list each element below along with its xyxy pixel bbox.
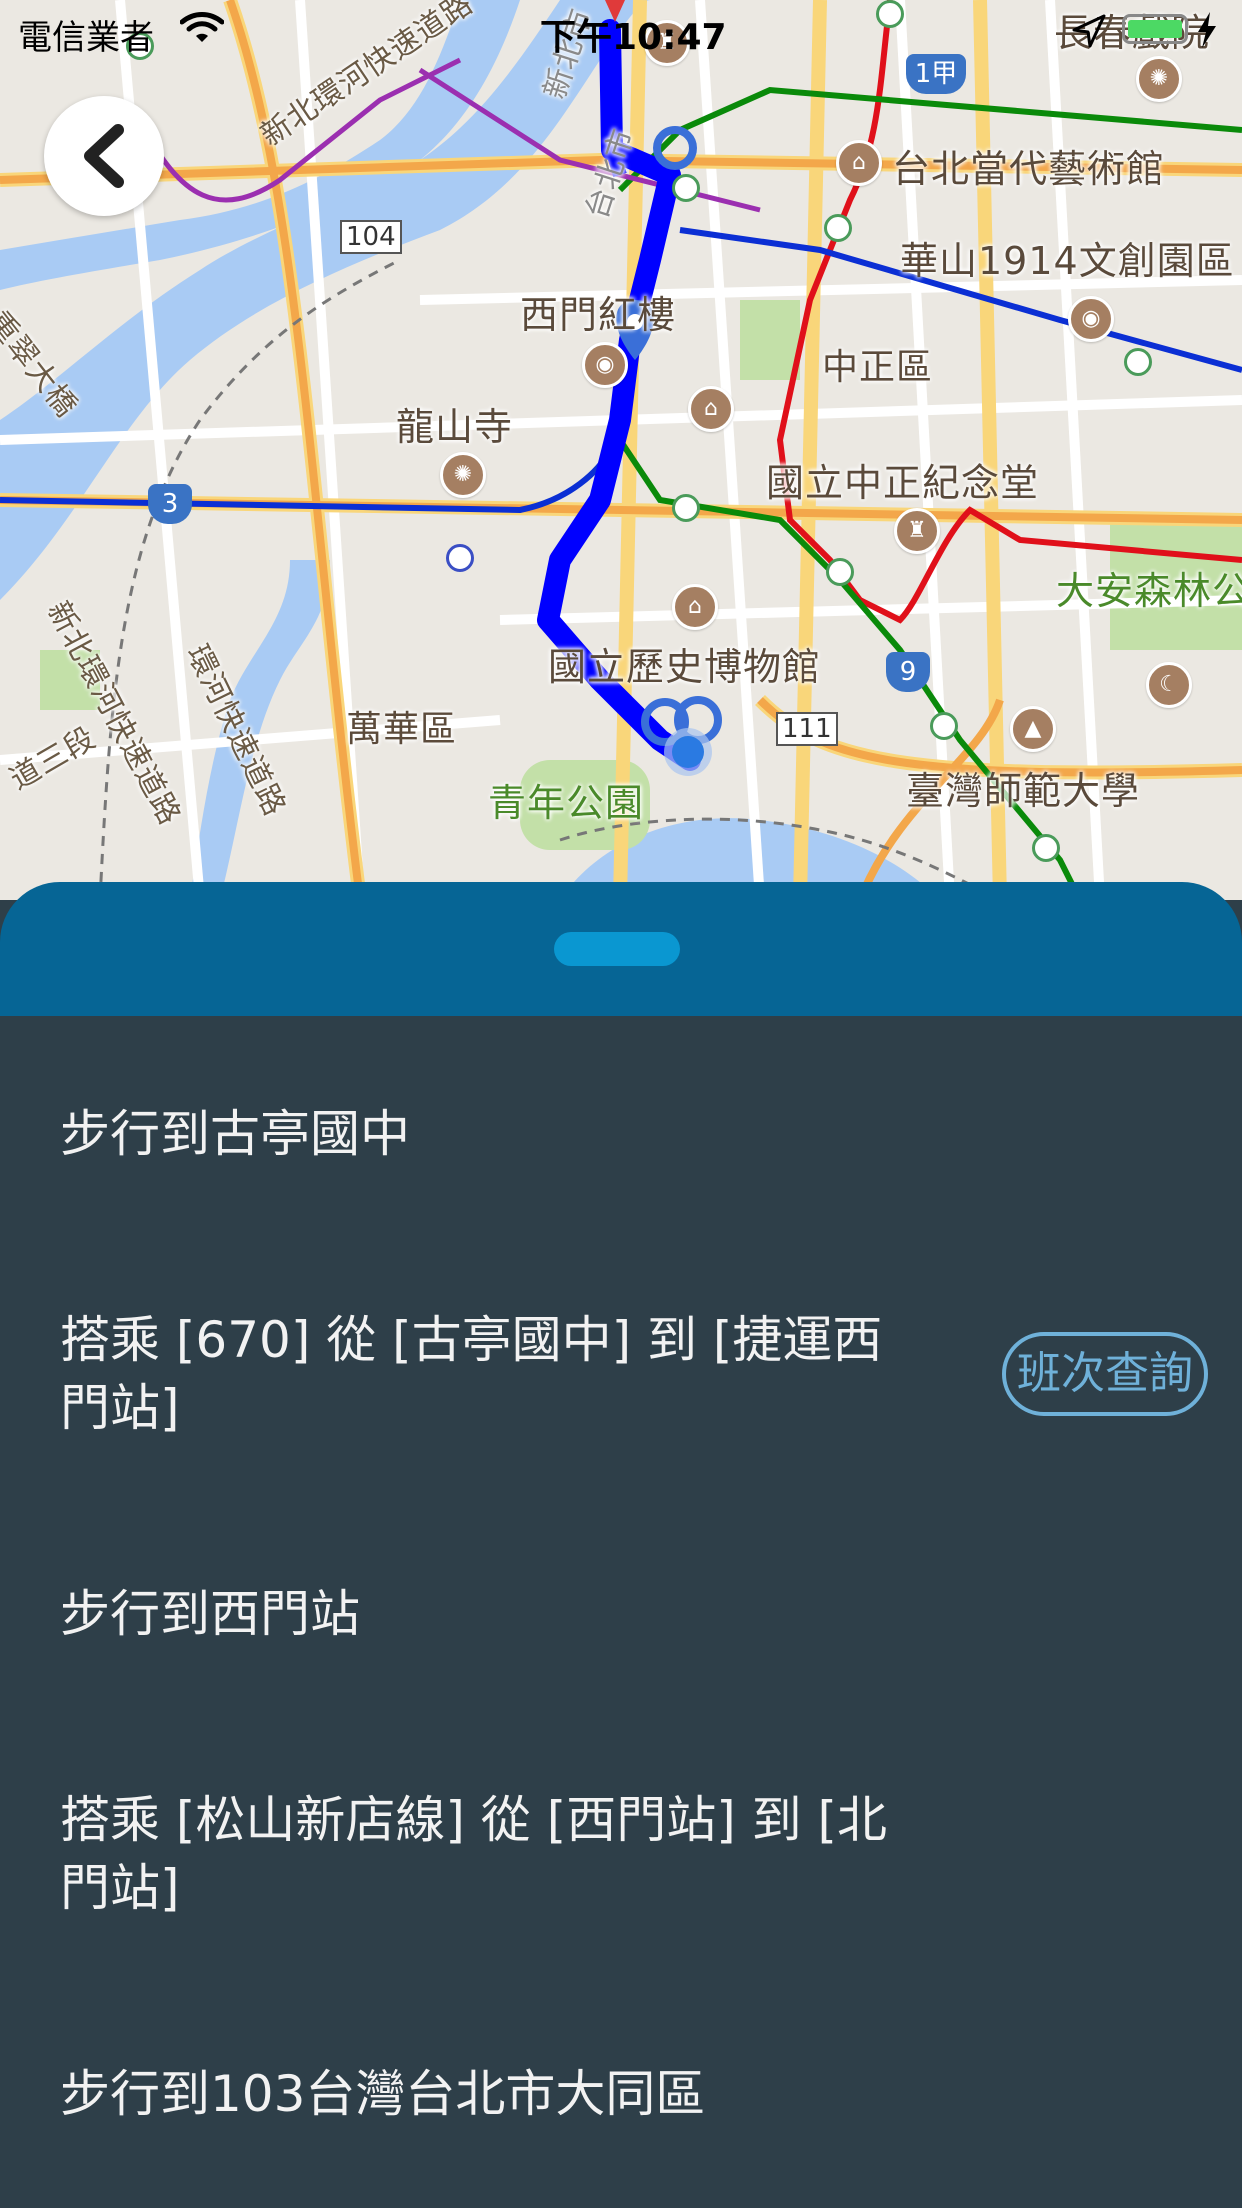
sheet-drag-handle[interactable] xyxy=(554,932,680,966)
road-shield-111: 111 xyxy=(776,712,838,746)
status-time: 下午10:47 xyxy=(540,17,727,58)
direction-step: 步行到古亭國中 xyxy=(60,1105,410,1163)
mrt-station-icon xyxy=(672,494,700,522)
mrt-station-icon xyxy=(672,174,700,202)
map-label-history-museum: 國立歷史博物館 xyxy=(548,645,822,689)
app-root: ⌂ ◉ ◉ ⌂ ✺ ♜ ⌂ ▲ ☾ ✺ ♜ 104 111 1甲 3 9 台北當… xyxy=(0,0,1242,2208)
camera-icon: ◉ xyxy=(1068,296,1114,342)
map-label-taipei-contemporary-art: 台北當代藝術館 xyxy=(892,147,1166,191)
mosque-icon: ☾ xyxy=(1146,662,1192,708)
map-label-wanhua-district: 萬華區 xyxy=(346,709,458,750)
museum-icon: ⌂ xyxy=(672,584,718,630)
map-label-daan-park: 大安森林公 xyxy=(1056,569,1242,613)
mrt-station-icon xyxy=(930,712,958,740)
landmark-icon: ♜ xyxy=(894,508,940,554)
battery-icon xyxy=(1122,14,1188,44)
road-shield-1jia: 1甲 xyxy=(906,54,966,94)
direction-step: 搭乘 [松山新店線] 從 [西門站] 到 [北門站] xyxy=(60,1791,888,1917)
museum-icon: ⌂ xyxy=(836,140,882,186)
schedule-query-button[interactable]: 班次查詢 xyxy=(1002,1332,1208,1416)
back-button[interactable] xyxy=(44,96,164,216)
road-shield-9: 9 xyxy=(886,652,930,692)
road-shield-3: 3 xyxy=(148,484,192,524)
chevron-left-icon xyxy=(84,124,124,188)
carrier-label: 電信業者 xyxy=(18,18,154,58)
map-label-longshan-temple: 龍山寺 xyxy=(396,405,514,449)
direction-step: 步行到西門站 xyxy=(60,1585,360,1643)
map-label-cks-memorial: 國立中正紀念堂 xyxy=(766,461,1040,505)
mrt-station-icon xyxy=(826,558,854,586)
mrt-station-icon xyxy=(1124,348,1152,376)
temple-icon: ✺ xyxy=(440,452,486,498)
bottom-sheet-header[interactable] xyxy=(0,882,1242,1016)
map-label-huashan-1914: 華山1914文創園區 xyxy=(900,239,1235,283)
school-icon: ▲ xyxy=(1010,706,1056,752)
status-bar: 電信業者 下午10:47 xyxy=(0,0,1242,60)
direction-step: 步行到103台灣台北市大同區 xyxy=(60,2065,706,2123)
battery-level xyxy=(1128,20,1182,38)
map-label-zhongzheng-district: 中正區 xyxy=(822,347,934,388)
temple-icon: ✺ xyxy=(1136,56,1182,102)
train-station-icon xyxy=(824,214,852,242)
train-station-icon xyxy=(446,544,474,572)
map-label-ntnu: 臺灣師範大學 xyxy=(906,769,1141,813)
route-map[interactable]: ⌂ ◉ ◉ ⌂ ✺ ♜ ⌂ ▲ ☾ ✺ ♜ 104 111 1甲 3 9 台北當… xyxy=(0,0,1242,900)
road-shield-104: 104 xyxy=(340,220,402,254)
museum-icon: ⌂ xyxy=(688,386,734,432)
mrt-station-icon xyxy=(1032,834,1060,862)
direction-step: 搭乘 [670] 從 [古亭國中] 到 [捷運西門站] xyxy=(60,1311,883,1437)
camera-icon: ◉ xyxy=(582,342,628,388)
map-label-ximen-red-house: 西門紅樓 xyxy=(520,293,677,337)
map-label-youth-park: 青年公園 xyxy=(488,781,645,825)
